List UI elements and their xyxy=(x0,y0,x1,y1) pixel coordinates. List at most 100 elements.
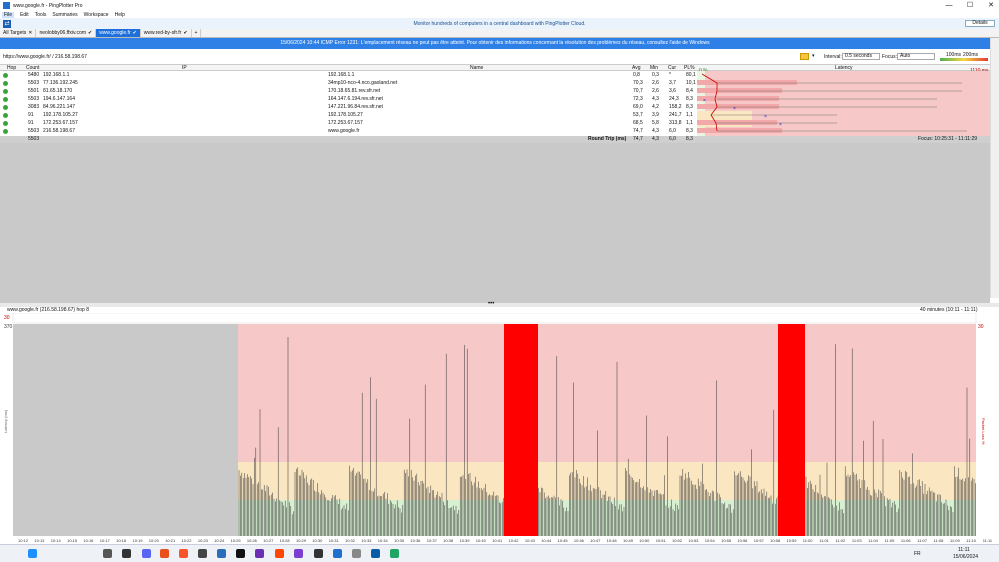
settings-icon[interactable] xyxy=(352,549,361,558)
col-ip[interactable]: IP xyxy=(182,65,187,71)
alert-bell-icon[interactable] xyxy=(800,53,809,60)
interval-select[interactable]: 0.5 seconds xyxy=(842,53,880,60)
table-row[interactable]: 91 172.253.67.157 172.253.67.157 68,5 5,8 313… xyxy=(0,120,697,127)
x-tick-label: 11:09 xyxy=(950,538,960,543)
details-button[interactable]: Details xyxy=(965,20,995,27)
hop5-cur-marker: × xyxy=(733,106,736,112)
table-row[interactable]: 5503 77.136.192.245 34mp10-nco-4.nco.gaola… xyxy=(0,80,697,87)
table-row[interactable]: 5501 81.65.18.170 170.18.65.81.rev.sfr.net… xyxy=(0,88,697,95)
hop-status-icon xyxy=(3,113,8,118)
minimize-button[interactable]: — xyxy=(942,0,956,11)
hop5-bar xyxy=(697,104,779,109)
cell-min: 5,8 xyxy=(652,120,659,126)
clock-date[interactable]: 15/06/2024 xyxy=(953,554,978,560)
cell-count: 91 xyxy=(28,120,34,126)
clock-time[interactable]: 11:11 xyxy=(958,547,970,553)
cell-count: 5480 xyxy=(28,72,40,78)
menu-workspace[interactable]: Workspace xyxy=(84,12,109,18)
col-min[interactable]: Min xyxy=(650,65,658,71)
cell-ip: 77.136.192.245 xyxy=(43,80,78,86)
x-tick-label: 10:50 xyxy=(639,538,650,543)
cell-name: 147.221.96.84.rev.sfr.net xyxy=(328,104,383,110)
x-tick-label: 11:11 xyxy=(983,538,993,543)
task-view-icon[interactable] xyxy=(122,549,131,558)
tab-red-by-sfr[interactable]: www.red-by-sfr.fr ✔ xyxy=(141,29,192,37)
brave-icon[interactable] xyxy=(179,549,188,558)
add-tab-button[interactable]: + xyxy=(192,29,202,37)
vertical-scrollbar[interactable] xyxy=(990,38,999,298)
col-avg[interactable]: Avg xyxy=(632,65,641,71)
tab-google[interactable]: www.google.fr ✔ xyxy=(96,29,141,37)
table-row[interactable]: 5503 216.58.198.67 www.google.fr 74,7 4,3 6,0… xyxy=(0,128,697,135)
cell-ip: 84.96.221.147 xyxy=(43,104,75,110)
cell-avg: 53,7 xyxy=(633,112,643,118)
table-row[interactable]: 3083 84.96.221.147 147.221.96.84.rev.sfr.n… xyxy=(0,104,697,111)
y-axis-top-label: 370 xyxy=(4,324,13,330)
cell-name: www.google.fr xyxy=(328,128,360,134)
hop-status-icon xyxy=(3,129,8,134)
col-cur[interactable]: Cur xyxy=(668,65,676,71)
col-pl[interactable]: PL% xyxy=(684,65,695,71)
pl-top-label: 30 xyxy=(4,315,10,321)
x-tick-label: 10:15 xyxy=(67,538,78,543)
steam-icon[interactable] xyxy=(236,549,245,558)
app-icon[interactable] xyxy=(160,549,169,558)
x-tick-label: 10:53 xyxy=(688,538,699,543)
col-hop[interactable]: Hop xyxy=(7,65,16,71)
app-icon[interactable] xyxy=(198,549,207,558)
menu-summaries[interactable]: Summaries xyxy=(52,12,77,18)
table-row[interactable]: 5503 194.6.147.164 164.147.6.194.rev.sfr.n… xyxy=(0,96,697,103)
x-tick-label: 10:30 xyxy=(312,538,323,543)
x-tick-label: 10:59 xyxy=(787,538,798,543)
maximize-button[interactable]: ☐ xyxy=(963,0,977,11)
x-tick-label: 11:01 xyxy=(819,538,829,543)
close-icon[interactable]: ✕ xyxy=(28,30,32,36)
table-row[interactable]: 91 192.178.105.27 192.178.105.27 53,7 3,9 241… xyxy=(0,112,697,119)
tab-all-targets[interactable]: All Targets ✕ xyxy=(0,29,37,37)
hop4-cur-marker: × xyxy=(703,98,706,104)
summary-avg: 74,7 xyxy=(633,136,643,142)
x-tick-label: 11:07 xyxy=(917,538,927,543)
x-tick-label: 10:13 xyxy=(34,538,45,543)
interval-label: Interval: xyxy=(824,54,842,60)
app-icon[interactable] xyxy=(217,549,226,558)
discord-icon[interactable] xyxy=(142,549,151,558)
tab-label: neolobby06.ffxiv.com xyxy=(39,30,86,36)
app-icon[interactable] xyxy=(255,549,264,558)
app-icon[interactable] xyxy=(371,549,380,558)
cell-count: 3083 xyxy=(28,104,40,110)
menu-help[interactable]: Help xyxy=(115,12,125,18)
app-icon[interactable] xyxy=(314,549,323,558)
app-icon[interactable] xyxy=(294,549,303,558)
promo-message: Monitor hundreds of computers in a centr… xyxy=(413,20,586,27)
focus-select[interactable]: Auto xyxy=(897,53,935,60)
cell-name: 170.18.65.81.rev.sfr.net xyxy=(328,88,381,94)
col-name[interactable]: Name xyxy=(470,65,483,71)
start-icon[interactable] xyxy=(28,549,37,558)
empty-panel-area xyxy=(0,143,990,303)
cell-pl: 8,3 xyxy=(686,96,693,102)
x-tick-label: 10:46 xyxy=(574,538,585,543)
close-button[interactable]: ✕ xyxy=(984,0,998,11)
window-title: www.google.fr - PingPlotter Pro xyxy=(13,2,83,9)
menu-edit[interactable]: Edit xyxy=(20,12,29,18)
chevron-down-icon[interactable]: ▾ xyxy=(812,53,815,59)
menu-tools[interactable]: Tools xyxy=(35,12,47,18)
search-icon[interactable] xyxy=(103,549,112,558)
language-indicator[interactable]: FR xyxy=(914,551,921,557)
x-tick-label: 10:18 xyxy=(116,538,127,543)
round-trip-row: 5503 Round Trip (ms) 74,7 4,3 6,0 8,3 Fo… xyxy=(0,136,990,143)
menu-bar: File Edit Tools Summaries Workspace Help xyxy=(0,11,999,18)
tab-neolobby[interactable]: neolobby06.ffxiv.com ✔ xyxy=(36,29,97,37)
pingplotter-taskbar-icon[interactable] xyxy=(333,549,342,558)
cell-count: 5503 xyxy=(28,128,40,134)
hop-status-icon xyxy=(3,89,8,94)
col-count[interactable]: Count xyxy=(26,65,39,71)
menu-file[interactable]: File xyxy=(2,11,15,18)
focus-range: Focus: 10:25:31 - 11:11:29 xyxy=(918,136,978,142)
app-icon[interactable] xyxy=(390,549,399,558)
cell-pl: 8,4 xyxy=(686,88,693,94)
app-icon[interactable] xyxy=(275,549,284,558)
table-row[interactable]: 5480 192.168.1.1 192.168.1.1 0,8 0,3 * 80,1 xyxy=(0,72,697,79)
timeline-graph[interactable]: 10:12 10:13 10:14 10:15 10:16 10:17 10:18 10:19… xyxy=(0,313,999,544)
